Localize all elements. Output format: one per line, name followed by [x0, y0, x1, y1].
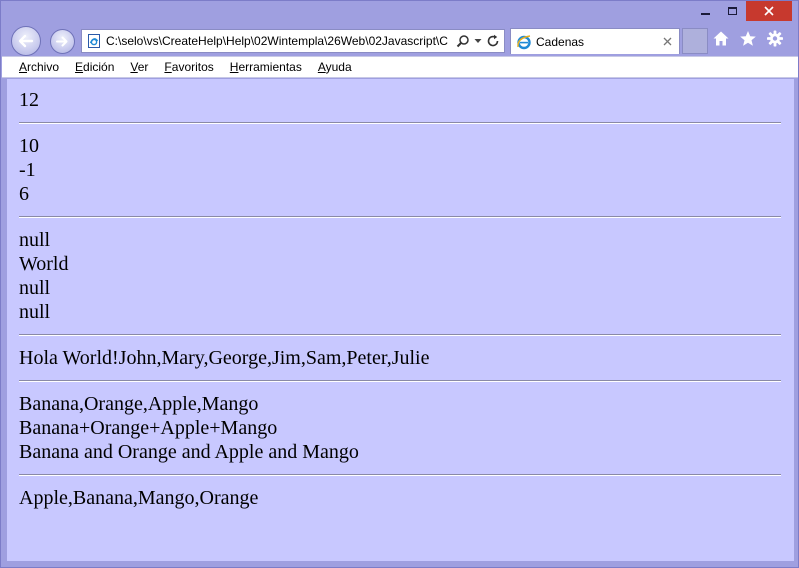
horizontal-rule	[19, 122, 781, 124]
tab-cadenas[interactable]: Cadenas	[510, 28, 680, 54]
output-line: 10	[19, 135, 39, 157]
horizontal-rule	[19, 380, 781, 382]
output-line: Hola World!John,Mary,George,Jim,Sam,Pete…	[19, 347, 430, 369]
tab-title: Cadenas	[536, 34, 585, 49]
address-bar[interactable]: C:\selo\vs\CreateHelp\Help\02Wintempla\2…	[81, 29, 505, 53]
refresh-icon[interactable]	[486, 34, 500, 48]
output-line: null	[19, 229, 51, 251]
menu-bar: Archivo Edición Ver Favoritos Herramient…	[2, 56, 798, 78]
back-button[interactable]	[11, 26, 41, 56]
output-line: World	[19, 253, 69, 275]
output-section-1: 12	[19, 88, 794, 112]
output-line: Banana,Orange,Apple,Mango	[19, 393, 259, 415]
output-line: null	[19, 301, 51, 323]
output-line: null	[19, 277, 51, 299]
horizontal-rule	[19, 474, 781, 476]
star-icon[interactable]	[739, 30, 757, 47]
output-section-5: Banana,Orange,Apple,Mango Banana+Orange+…	[19, 392, 794, 464]
close-button[interactable]	[746, 1, 792, 21]
horizontal-rule	[19, 334, 781, 336]
arrow-left-icon	[18, 34, 34, 48]
menu-ayuda[interactable]: Ayuda	[318, 60, 352, 74]
output-section-3: null World null null	[19, 228, 794, 324]
search-icon[interactable]	[456, 34, 470, 48]
window-controls	[692, 1, 792, 23]
menu-herramientas[interactable]: Herramientas	[230, 60, 302, 74]
maximize-icon	[728, 7, 737, 15]
minimize-button[interactable]	[692, 1, 719, 21]
output-line: -1	[19, 159, 36, 181]
browser-window: C:\selo\vs\CreateHelp\Help\02Wintempla\2…	[0, 0, 799, 568]
page-content: 12 10 -1 6 null World null null Hola Wor…	[7, 79, 794, 561]
menu-archivo[interactable]: Archivo	[19, 60, 59, 74]
address-text[interactable]: C:\selo\vs\CreateHelp\Help\02Wintempla\2…	[106, 30, 452, 52]
page-icon	[88, 34, 100, 48]
dropdown-arrow-icon[interactable]	[474, 38, 482, 44]
output-line: 12	[19, 89, 39, 111]
close-icon	[764, 6, 774, 16]
output-section-6: Apple,Banana,Mango,Orange	[19, 486, 794, 510]
browser-tools	[712, 30, 784, 47]
menu-ver[interactable]: Ver	[130, 60, 148, 74]
gear-icon[interactable]	[766, 30, 784, 47]
close-icon	[663, 37, 671, 46]
output-line: Apple,Banana,Mango,Orange	[19, 487, 259, 509]
ie-icon	[517, 34, 531, 49]
menu-favoritos[interactable]: Favoritos	[164, 60, 213, 74]
output-line: Banana+Orange+Apple+Mango	[19, 417, 278, 439]
horizontal-rule	[19, 216, 781, 218]
output-line: 6	[19, 183, 29, 205]
minimize-icon	[701, 13, 710, 15]
address-tools	[452, 34, 504, 48]
navigation-bar: C:\selo\vs\CreateHelp\Help\02Wintempla\2…	[1, 25, 798, 56]
home-icon[interactable]	[712, 30, 730, 47]
forward-button[interactable]	[50, 29, 75, 54]
output-section-2: 10 -1 6	[19, 134, 794, 206]
arrow-right-icon	[56, 36, 68, 47]
output-section-4: Hola World!John,Mary,George,Jim,Sam,Pete…	[19, 346, 794, 370]
menu-edicion[interactable]: Edición	[75, 60, 114, 74]
tab-close-button[interactable]	[659, 34, 675, 50]
new-tab-button[interactable]	[682, 28, 708, 54]
output-line: Banana and Orange and Apple and Mango	[19, 441, 359, 463]
maximize-button[interactable]	[719, 1, 746, 21]
